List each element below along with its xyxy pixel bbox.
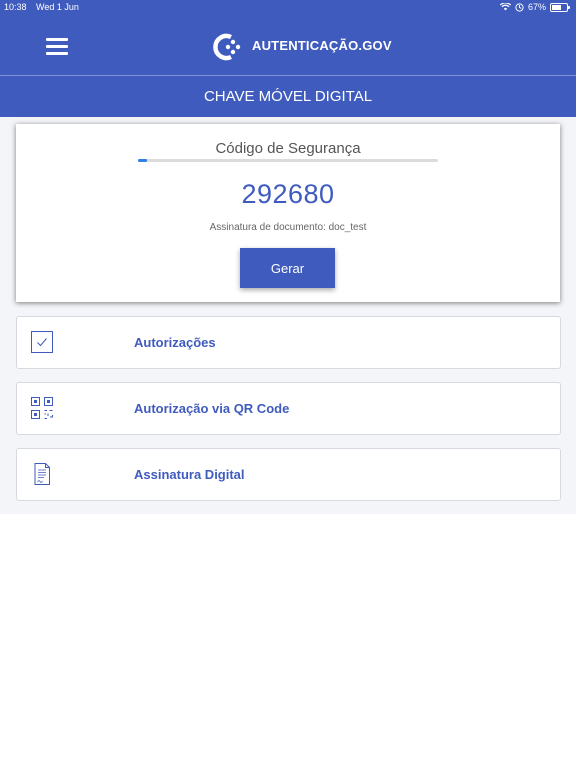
gerar-button[interactable]: Gerar: [240, 248, 335, 288]
document-signature-text: Assinatura de documento: doc_test: [209, 222, 367, 233]
code-timer-progress-fill: [138, 159, 147, 162]
location-lock-icon: [515, 2, 524, 12]
checkbox-icon: [31, 331, 53, 353]
option-label: Autorização via QR Code: [134, 401, 290, 416]
status-time: 10:38: [4, 2, 27, 12]
option-qr-code[interactable]: Autorização via QR Code: [16, 382, 561, 435]
option-label: Autorizações: [134, 335, 216, 350]
wifi-icon: [499, 3, 511, 11]
option-assinatura-digital[interactable]: Assinatura Digital: [16, 448, 561, 501]
document-signature-icon: [34, 463, 50, 485]
security-code-title: Código de Segurança: [215, 140, 361, 157]
brand-name: AUTENTICAÇÃO.GOV: [252, 38, 392, 53]
page-title: CHAVE MÓVEL DIGITAL: [203, 88, 373, 105]
security-code-value: 292680: [241, 179, 335, 209]
hamburger-menu-icon: [46, 38, 68, 41]
security-code-card: Código de Segurança 292680 Assinatura de…: [16, 124, 560, 302]
battery-fill: [552, 4, 562, 10]
menu-button[interactable]: [46, 38, 68, 56]
status-right-group: 67%: [499, 2, 570, 12]
battery-icon: [550, 2, 570, 12]
code-timer-progress: [138, 159, 438, 162]
qr-code-icon: [31, 397, 53, 419]
autenticacao-gov-logo: [213, 33, 241, 61]
status-bar: 10:38 Wed 1 Jun 67%: [0, 0, 576, 18]
status-date: Wed 1 Jun: [36, 2, 79, 12]
app-header: 10:38 Wed 1 Jun 67% AUTENTICAÇÃO.GOV CHA…: [0, 0, 576, 117]
battery-percent: 67%: [527, 2, 546, 12]
option-label: Assinatura Digital: [134, 467, 245, 482]
option-autorizacoes[interactable]: Autorizações: [16, 316, 561, 369]
